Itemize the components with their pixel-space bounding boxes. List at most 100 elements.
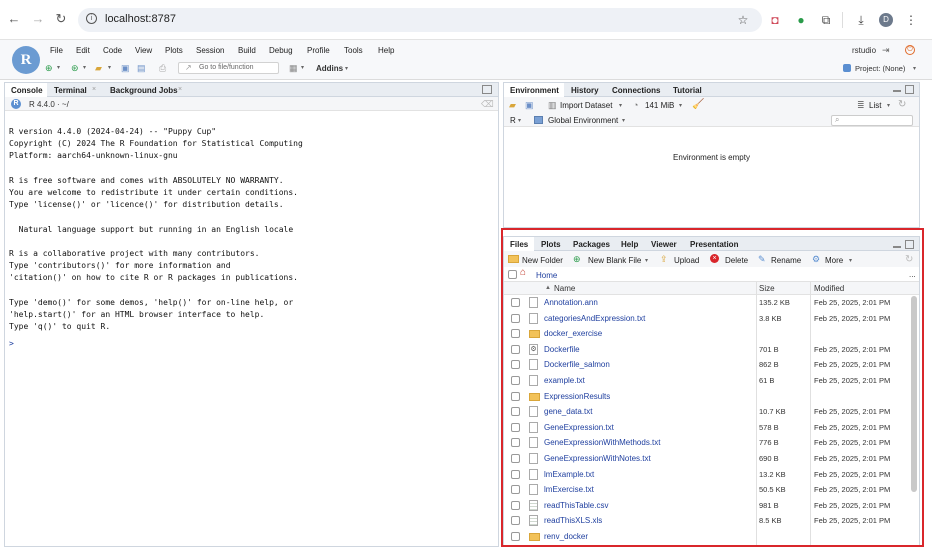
file-checkbox[interactable] bbox=[511, 454, 520, 463]
more-button[interactable]: More bbox=[825, 256, 843, 265]
sign-out-icon[interactable]: ⇥ bbox=[882, 45, 890, 56]
file-row[interactable]: categoriesAndExpression.txt 3.8 KB Feb 25,… bbox=[503, 311, 919, 327]
menu-plots[interactable]: Plots bbox=[165, 46, 183, 55]
tab-console[interactable]: Console bbox=[5, 83, 47, 97]
memory-usage-icon[interactable]: ◔ bbox=[633, 100, 638, 110]
green-extension-icon[interactable]: ● bbox=[793, 12, 809, 28]
file-checkbox[interactable] bbox=[511, 422, 520, 432]
clear-console-icon[interactable]: ⌫ bbox=[481, 99, 494, 110]
file-row[interactable]: GeneExpressionWithNotes.txt 690 B Feb 25, … bbox=[503, 451, 919, 467]
delete-button[interactable]: Delete bbox=[725, 256, 748, 265]
menu-profile[interactable]: Profile bbox=[307, 46, 330, 55]
file-row[interactable]: readThisTable.csv 981 B Feb 25, 2025, 2:01… bbox=[503, 498, 919, 514]
file-name-link[interactable]: readThisXLS.xls bbox=[544, 516, 602, 525]
file-checkbox[interactable] bbox=[511, 329, 520, 339]
power-icon[interactable]: ⏻ bbox=[905, 45, 915, 55]
new-file-dropdown-icon[interactable]: ▾ bbox=[57, 63, 60, 74]
print-icon[interactable]: ⎙ bbox=[159, 63, 166, 74]
files-scrollbar[interactable] bbox=[911, 296, 917, 492]
list-view-icon[interactable]: ≣ bbox=[857, 100, 865, 111]
r-version-path[interactable]: R 4.4.0 · ~/ bbox=[29, 100, 69, 109]
file-row[interactable]: readThisXLS.xls 8.5 KB Feb 25, 2025, 2:01 … bbox=[503, 513, 919, 529]
extensions-puzzle-icon[interactable]: ⧉ bbox=[818, 12, 834, 28]
menu-debug[interactable]: Debug bbox=[269, 46, 293, 55]
menu-help[interactable]: Help bbox=[378, 46, 394, 55]
file-name-link[interactable]: Dockerfile bbox=[544, 345, 580, 354]
project-menu[interactable]: Project: (None) bbox=[855, 64, 905, 73]
menu-build[interactable]: Build bbox=[238, 46, 256, 55]
scope-selector[interactable]: Global Environment bbox=[548, 116, 618, 125]
memory-usage-label[interactable]: 141 MiB bbox=[645, 101, 674, 110]
file-row[interactable]: gene_data.txt 10.7 KB Feb 25, 2025, 2:01 P… bbox=[503, 404, 919, 420]
menu-view[interactable]: View bbox=[135, 46, 152, 55]
tab-tutorial[interactable]: Tutorial bbox=[673, 86, 702, 95]
save-workspace-icon[interactable]: ▣ bbox=[525, 100, 534, 111]
new-blank-file-icon[interactable]: ⊕ bbox=[573, 254, 581, 265]
bookmark-star-icon[interactable]: ☆ bbox=[735, 12, 751, 28]
addins-menu[interactable]: Addins bbox=[316, 64, 343, 73]
download-icon[interactable]: ⤓ bbox=[853, 12, 869, 28]
file-checkbox[interactable] bbox=[511, 485, 520, 495]
tab-help[interactable]: Help bbox=[621, 240, 638, 249]
menu-edit[interactable]: Edit bbox=[76, 46, 90, 55]
file-row[interactable]: ExpressionResults bbox=[503, 389, 919, 405]
more-gear-icon[interactable]: ⚙ bbox=[812, 254, 820, 265]
sort-ascending-icon[interactable]: ▲ bbox=[545, 285, 551, 291]
upload-button[interactable]: Upload bbox=[674, 256, 699, 265]
new-blank-file-dropdown-icon[interactable]: ▾ bbox=[645, 257, 648, 264]
column-header-size[interactable]: Size bbox=[759, 284, 775, 293]
column-header-name[interactable]: Name bbox=[554, 284, 575, 293]
minimize-files-pane-icon[interactable] bbox=[893, 246, 901, 248]
file-name-link[interactable]: readThisTable.csv bbox=[544, 501, 608, 510]
delete-icon[interactable]: × bbox=[710, 254, 719, 263]
list-view-dropdown-icon[interactable]: ▾ bbox=[887, 102, 890, 109]
console-prompt[interactable]: > bbox=[9, 339, 14, 348]
scope-dropdown-icon[interactable]: ▾ bbox=[622, 117, 625, 124]
file-name-link[interactable]: gene_data.txt bbox=[544, 407, 592, 416]
restore-pane-icon[interactable] bbox=[482, 85, 492, 94]
open-file-icon[interactable]: ▰ bbox=[95, 63, 102, 74]
file-name-link[interactable]: Annotation.ann bbox=[544, 298, 598, 307]
file-checkbox[interactable] bbox=[511, 438, 520, 448]
home-icon[interactable]: ⌂ bbox=[520, 267, 526, 278]
maximize-files-pane-icon[interactable] bbox=[905, 240, 914, 249]
tab-files[interactable]: Files bbox=[504, 237, 534, 251]
file-checkbox[interactable] bbox=[511, 516, 520, 526]
new-project-icon[interactable]: ⊛ bbox=[71, 63, 79, 74]
file-checkbox[interactable] bbox=[511, 313, 520, 323]
tab-background-jobs[interactable]: Background Jobs bbox=[110, 86, 178, 95]
tab-environment[interactable]: Environment bbox=[504, 83, 564, 97]
file-row[interactable]: Dockerfile_salmon 862 B Feb 25, 2025, 2:01… bbox=[503, 357, 919, 373]
save-icon[interactable]: ▣ bbox=[121, 63, 130, 74]
language-selector[interactable]: R bbox=[510, 116, 516, 125]
file-checkbox[interactable] bbox=[511, 469, 520, 479]
menu-tools[interactable]: Tools bbox=[344, 46, 363, 55]
file-name-link[interactable]: lmExample.txt bbox=[544, 470, 594, 479]
tab-presentation[interactable]: Presentation bbox=[690, 240, 738, 249]
new-folder-button[interactable]: New Folder bbox=[522, 256, 563, 265]
rename-icon[interactable]: ✎ bbox=[758, 254, 766, 265]
file-row[interactable]: GeneExpressionWithMethods.txt 776 B Feb 25… bbox=[503, 435, 919, 451]
breadcrumb-home[interactable]: Home bbox=[536, 271, 557, 280]
tab-viewer[interactable]: Viewer bbox=[651, 240, 677, 249]
forward-arrow-icon[interactable]: → bbox=[30, 11, 46, 27]
project-dropdown-icon[interactable]: ▾ bbox=[913, 65, 916, 72]
import-dataset-icon[interactable]: ▥ bbox=[548, 100, 557, 111]
open-file-dropdown-icon[interactable]: ▾ bbox=[108, 63, 111, 74]
refresh-files-icon[interactable]: ↻ bbox=[905, 254, 913, 265]
import-dataset-dropdown-icon[interactable]: ▾ bbox=[619, 102, 622, 109]
pocket-extension-icon[interactable]: ◘ bbox=[767, 12, 783, 28]
new-blank-file-button[interactable]: New Blank File bbox=[588, 256, 641, 265]
file-name-link[interactable]: example.txt bbox=[544, 376, 585, 385]
file-checkbox[interactable] bbox=[511, 376, 520, 385]
list-view-menu[interactable]: List bbox=[869, 101, 881, 110]
rename-button[interactable]: Rename bbox=[771, 256, 801, 265]
file-row[interactable]: Annotation.ann 135.2 KB Feb 25, 2025, 2:01… bbox=[503, 295, 919, 311]
load-workspace-icon[interactable]: ▰ bbox=[509, 100, 516, 111]
file-name-link[interactable]: renv_docker bbox=[544, 532, 588, 541]
file-checkbox[interactable] bbox=[511, 532, 520, 541]
file-row[interactable]: lmExample.txt 13.2 KB Feb 25, 2025, 2:01 P… bbox=[503, 467, 919, 483]
file-name-link[interactable]: docker_exercise bbox=[544, 329, 602, 338]
save-all-icon[interactable]: ▤ bbox=[137, 63, 146, 74]
file-name-link[interactable]: GeneExpression.txt bbox=[544, 423, 614, 432]
